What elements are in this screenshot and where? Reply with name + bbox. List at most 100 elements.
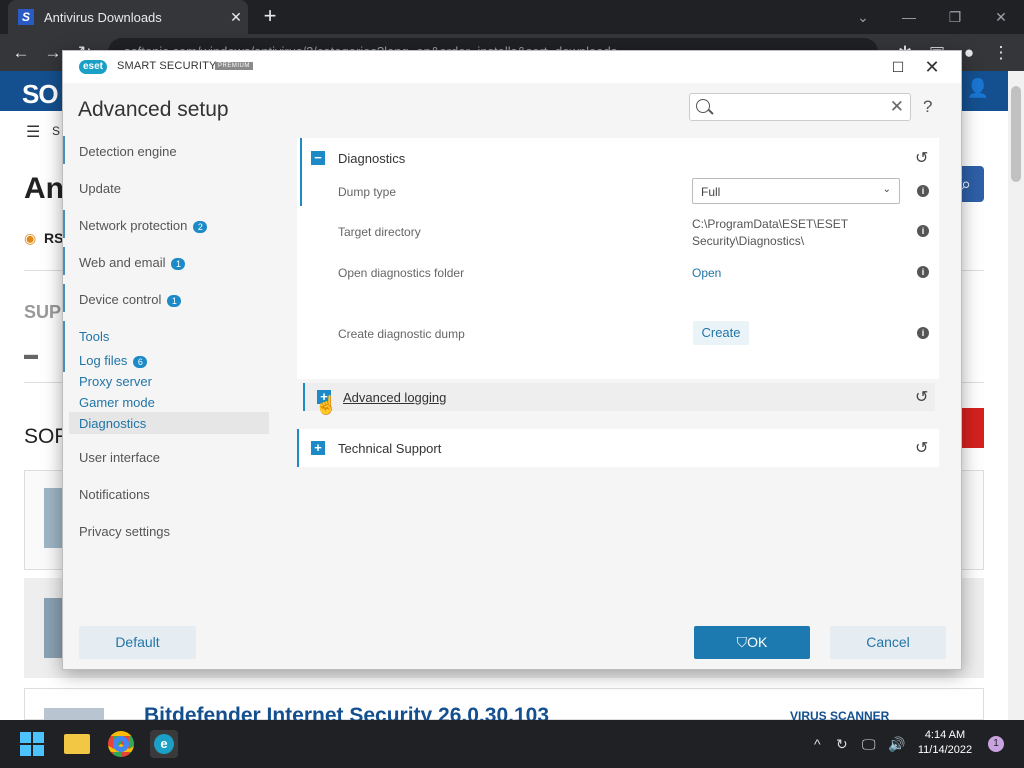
restore-window-button[interactable]: ❐ [932,4,978,30]
default-button[interactable]: Default [79,626,196,659]
rss-icon[interactable]: ◉ [24,230,36,247]
technical-support-section[interactable]: + Technical Support ↺ [297,429,939,467]
info-icon[interactable]: i [917,185,929,197]
sidebar-subitem-label: Log files [79,353,128,368]
notifications-badge[interactable]: 1 [988,736,1004,752]
sidebar-group-marker [63,284,65,312]
sidebar-item-label: Detection engine [79,144,177,159]
clock[interactable]: 4:14 AM 11/14/2022 [916,728,974,758]
date: 11/14/2022 [917,744,973,756]
user-icon[interactable]: 👤 [962,78,994,106]
site-logo[interactable]: SO [22,79,59,110]
product-edition-badge: PREMIUM [215,62,253,70]
section-marker [297,429,299,467]
app-thumbnail [44,598,64,658]
ok-label: OK [747,634,768,650]
target-directory-label: Target directory [338,225,421,239]
target-directory-value: C:\ProgramData\ESET\ESET Security\Diagno… [692,217,848,248]
settings-search-input[interactable]: ✕ [689,93,911,121]
tab-close-icon[interactable]: ✕ [224,9,248,26]
revert-icon[interactable]: ↺ [915,438,928,458]
sidebar-item-tools[interactable]: Tools [79,329,109,344]
sidebar-item-privacy-settings[interactable]: Privacy settings [79,524,170,539]
revert-icon[interactable]: ↺ [915,387,928,407]
app-thumbnail [44,708,104,720]
start-menu-icon[interactable] [20,732,44,756]
support-heading-partial: SUP [24,302,62,322]
chrome-icon[interactable] [108,731,134,757]
count-badge: 1 [167,294,182,307]
page-heading-partial: An [24,172,64,205]
eset-taskbar-icon[interactable]: e [150,730,178,758]
section-title[interactable]: Technical Support [338,441,441,456]
revert-icon[interactable]: ↺ [915,148,928,168]
sort-button[interactable] [960,408,984,448]
page-scrollbar-thumb[interactable] [1011,86,1021,182]
sidebar-item-device-control[interactable]: Device control 1 [79,292,182,307]
sidebar-item-user-interface[interactable]: User interface [79,450,160,465]
count-badge: 6 [133,355,148,368]
create-dump-label: Create diagnostic dump [338,327,465,341]
tray-overflow-icon[interactable]: ^ [814,736,821,752]
sidebar-subitem-proxy-server[interactable]: Proxy server [79,374,152,389]
sidebar-subitem-label: Proxy server [79,374,152,389]
advanced-setup-dialog: eset SMART SECURITY PREMIUM ☐ ✕ Advanced… [62,50,962,670]
clear-search-icon[interactable]: ✕ [890,97,904,117]
cancel-button[interactable]: Cancel [830,626,946,659]
product-name: SMART SECURITY [117,60,217,72]
info-icon[interactable]: i [917,327,929,339]
browser-tab[interactable]: S Antivirus Downloads ✕ [8,0,248,34]
menu-partial-label: S [52,124,61,138]
shield-icon: ⛉ [736,634,748,650]
file-explorer-icon[interactable] [64,734,90,754]
tab-search-icon[interactable]: ⌄ [840,4,886,30]
sidebar-item-detection-engine[interactable]: Detection engine [79,144,177,159]
info-icon[interactable]: i [917,266,929,278]
sidebar-group-marker [63,210,65,238]
eset-tray-icon[interactable]: ↻ [836,736,848,753]
count-badge: 2 [193,220,208,233]
collapse-icon[interactable]: − [311,151,325,165]
close-window-button[interactable]: ✕ [978,4,1024,30]
ok-button[interactable]: ⛉OK [694,626,810,659]
time: 4:14 AM [924,729,966,741]
rss-label-partial: RS [44,230,64,246]
sidebar-group-marker [63,247,65,275]
create-dump-button[interactable]: Create [693,321,749,345]
sidebar-subitem-gamer-mode[interactable]: Gamer mode [79,395,155,410]
sidebar-item-label: Privacy settings [79,524,171,539]
info-icon[interactable]: i [917,225,929,237]
sidebar-item-web-and-email[interactable]: Web and email 1 [79,255,186,270]
open-folder-link[interactable]: Open [692,266,721,280]
sidebar-subitem-label: Diagnostics [79,416,147,431]
advanced-logging-section[interactable]: + Advanced logging ↺ [303,383,935,411]
back-icon[interactable]: ← [8,40,34,66]
help-button[interactable]: ? [923,97,941,117]
sidebar-item-network-protection[interactable]: Network protection 2 [79,218,208,233]
sidebar-item-update[interactable]: Update [79,181,121,196]
diagnostics-section: − Diagnostics ↺ Dump type Full ⌄ i Target… [297,138,939,379]
hamburger-menu-icon[interactable]: ☰ [26,122,40,142]
minimize-window-button[interactable]: — [886,4,932,30]
network-icon[interactable]: 🖵 [862,736,876,753]
sidebar-subitem-diagnostics[interactable]: Diagnostics [79,416,146,431]
dump-type-select[interactable]: Full ⌄ [692,178,900,204]
search-icon [696,99,710,113]
expand-icon[interactable]: + [311,441,325,455]
sidebar-item-label: Network protection [79,218,188,233]
volume-icon[interactable]: 🔊 [888,736,905,753]
sidebar-subitem-log-files[interactable]: Log files 6 [79,353,148,368]
browser-menu-icon[interactable]: ⋮ [988,40,1014,66]
site-favicon-icon: S [18,9,34,25]
section-title[interactable]: Diagnostics [338,151,405,166]
new-tab-button[interactable]: + [258,5,282,29]
dialog-close-icon[interactable]: ✕ [919,57,945,77]
sidebar-item-label: Device control [79,292,162,307]
sidebar-subitem-label: Gamer mode [79,395,155,410]
sidebar-item-notifications[interactable]: Notifications [79,487,150,502]
sidebar-group-marker [63,136,65,164]
section-title[interactable]: Advanced logging [343,390,446,405]
maximize-icon[interactable]: ☐ [885,57,911,77]
folder-icon: ▬ [24,346,38,362]
sidebar-item-label: Web and email [79,255,166,270]
